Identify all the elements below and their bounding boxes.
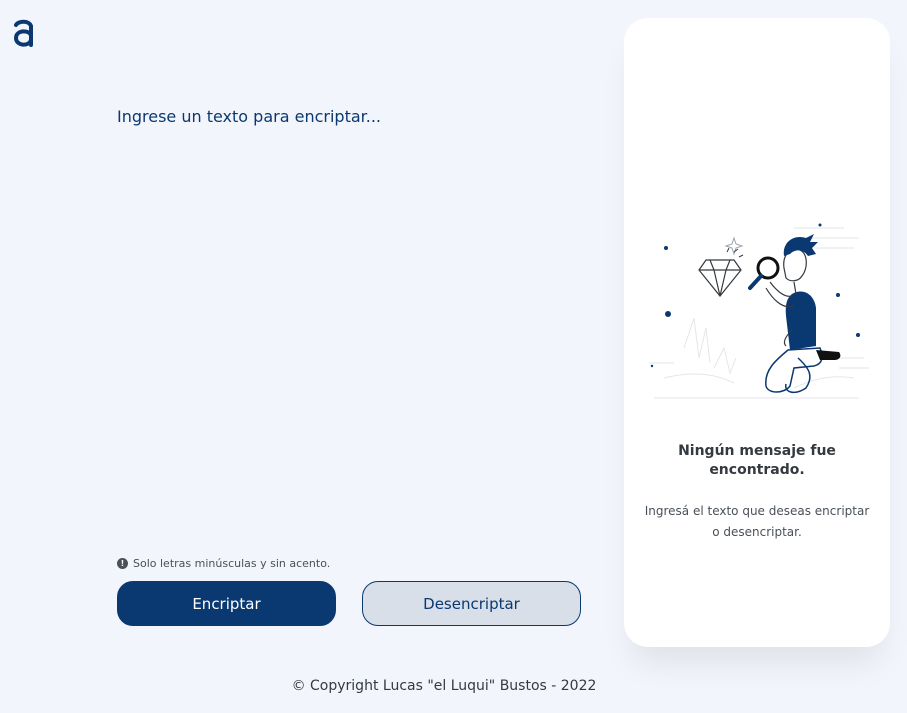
result-panel: Ningún mensaje fue encontrado. Ingresá e… (624, 18, 890, 647)
decrypt-button[interactable]: Desencriptar (362, 581, 581, 626)
footer-copyright: © Copyright Lucas "el Luqui" Bustos - 20… (291, 678, 597, 694)
info-circle-icon: ! (117, 558, 128, 569)
empty-state-title: Ningún mensaje fue encontrado. (678, 443, 836, 478)
encrypt-button[interactable]: Encriptar (117, 581, 336, 626)
app-page: ! Solo letras minúsculas y sin acento. E… (0, 0, 907, 713)
empty-state-message: Ingresá el texto que deseas encriptar o … (644, 504, 870, 539)
input-hint: ! Solo letras minúsculas y sin acento. (117, 557, 330, 570)
hint-text: Solo letras minúsculas y sin acento. (133, 557, 331, 570)
alura-logo-icon[interactable] (12, 16, 36, 52)
text-input[interactable] (117, 104, 577, 534)
person-with-magnifying-glass-illustration (649, 223, 869, 399)
